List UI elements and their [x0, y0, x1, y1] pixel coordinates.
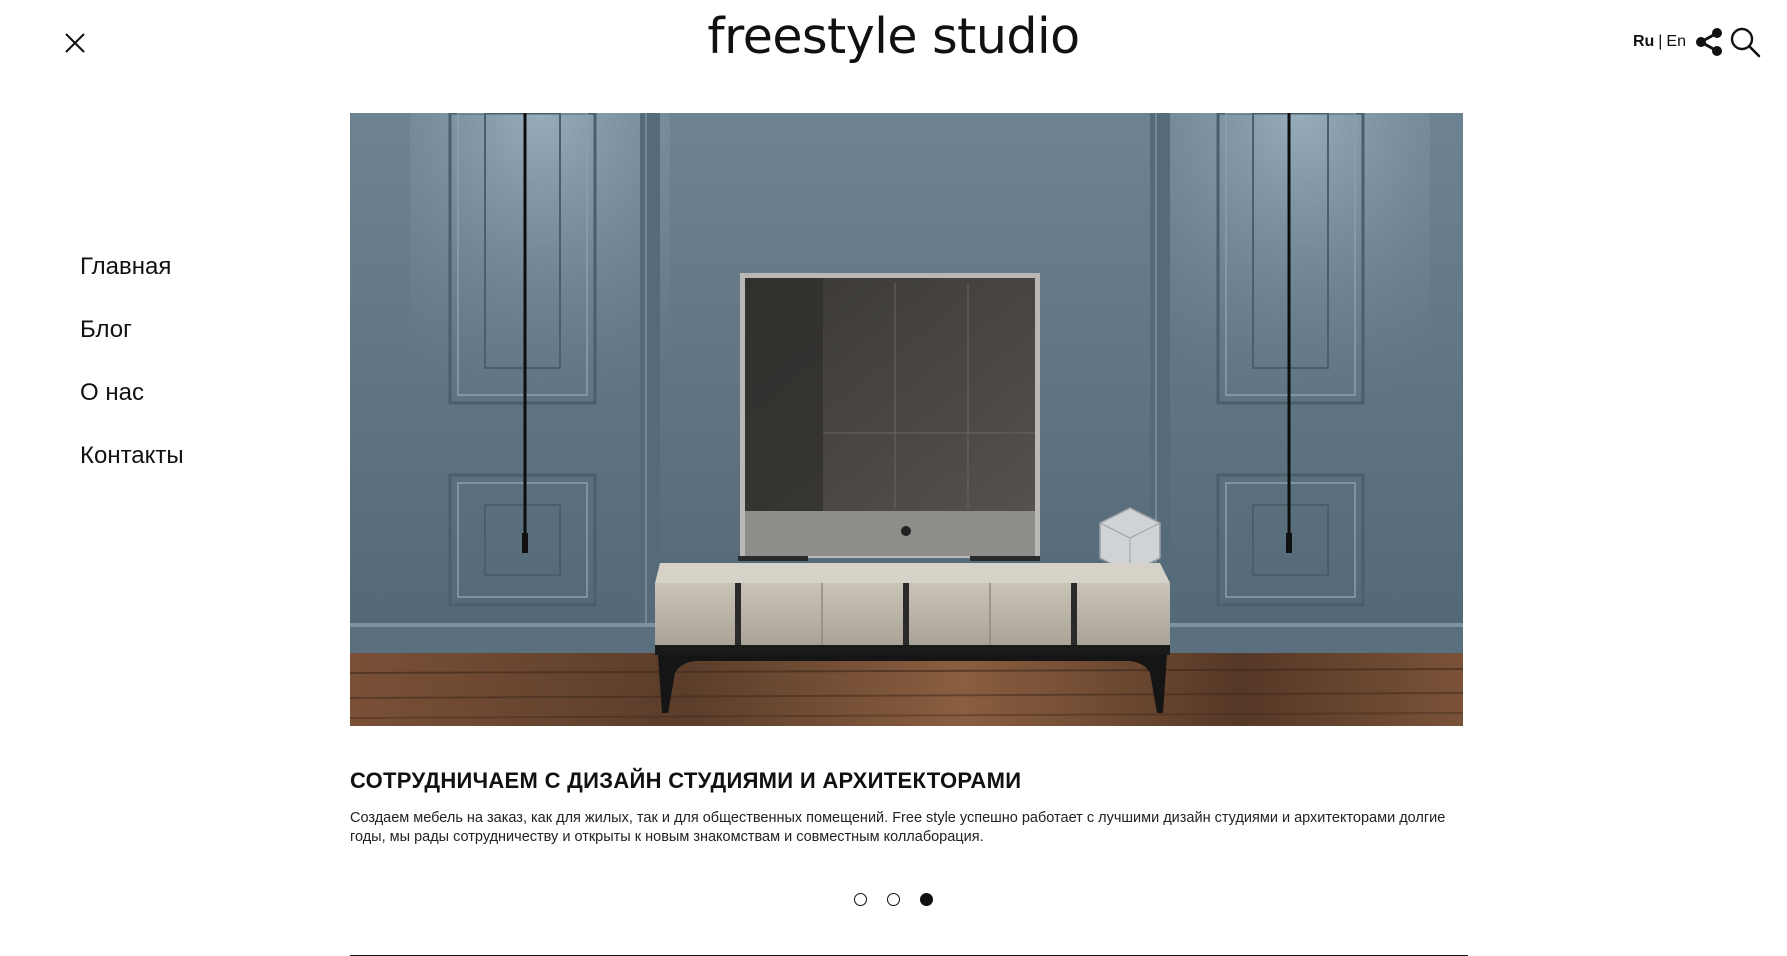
slider-pagination [0, 893, 1787, 906]
hero-slider[interactable] [350, 113, 1463, 726]
lang-ru-link[interactable]: Ru [1633, 33, 1654, 51]
share-button[interactable] [1692, 25, 1726, 59]
menu-item-home[interactable]: Главная [80, 253, 184, 316]
slider-dot-3[interactable] [920, 893, 933, 906]
site-logo[interactable]: freestyle studio [707, 8, 1080, 65]
header-actions: Ru | En [1633, 25, 1762, 59]
main-menu: Главная Блог О нас Контакты [80, 253, 184, 505]
lang-separator: | [1658, 33, 1663, 50]
menu-item-contacts[interactable]: Контакты [80, 442, 184, 505]
search-icon [1730, 27, 1761, 58]
close-icon [65, 33, 85, 53]
slide-description: Создаем мебель на заказ, как для жилых, … [350, 810, 1446, 845]
language-switcher: Ru | En [1633, 33, 1686, 51]
slide-image [350, 113, 1463, 726]
lang-en-link[interactable]: En [1666, 33, 1686, 51]
slider-dot-1[interactable] [854, 893, 867, 906]
slide-title: СОТРУДНИЧАЕМ С ДИЗАЙН СТУДИЯМИ И АРХИТЕК… [350, 768, 1022, 793]
menu-item-about[interactable]: О нас [80, 379, 184, 442]
slider-dot-2[interactable] [887, 893, 900, 906]
share-icon [1696, 28, 1722, 56]
search-button[interactable] [1728, 25, 1762, 59]
menu-item-blog[interactable]: Блог [80, 316, 184, 379]
logo-container: freestyle studio [0, 8, 1787, 65]
close-menu-button[interactable] [60, 28, 90, 58]
